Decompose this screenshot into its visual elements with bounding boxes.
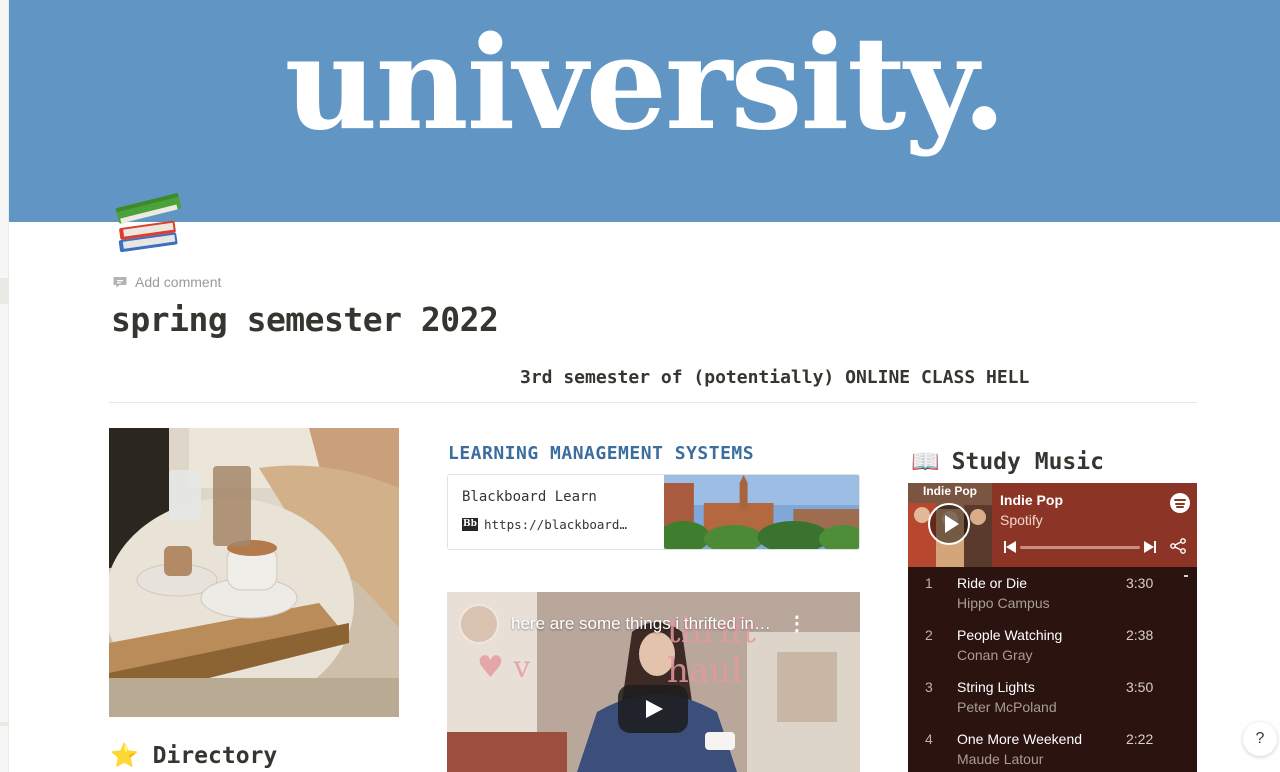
track-artist: Hippo Campus [957,595,1050,611]
cafe-photo [109,428,399,717]
comment-icon [113,277,127,288]
next-track-icon[interactable] [1144,541,1156,553]
spotify-header: Indie Pop Indie Pop Spotify [908,483,1197,567]
bookmark-title: Blackboard Learn [462,489,597,505]
track-row[interactable]: 3 String Lights Peter McPoland 3:50 [908,671,1197,723]
spotify-embed[interactable]: Indie Pop Indie Pop Spotify 1 Ride or Di… [908,483,1197,772]
study-music-title: Study Music [951,448,1104,475]
playlist-cover: Indie Pop [908,483,992,567]
track-number: 1 [925,575,933,591]
track-row[interactable]: 1 Ride or Die Hippo Campus 3:30 [908,567,1197,619]
star-icon: ⭐ [110,743,139,769]
share-icon[interactable] [1170,538,1186,554]
track-name: String Lights [957,679,1035,695]
playlist-source: Spotify [1000,512,1043,528]
cover-label: Indie Pop [923,484,977,498]
track-number: 3 [925,679,933,695]
sidebar-mark [0,722,9,726]
page-title[interactable]: spring semester 2022 [111,300,499,339]
track-artist: Peter McPoland [957,699,1057,715]
add-comment-label: Add comment [135,274,222,290]
track-artist: Conan Gray [957,647,1033,663]
directory-title: Directory [152,742,278,769]
blackboard-bookmark[interactable]: Blackboard Learn Bb https://blackboard… [447,474,860,550]
track-artist: Maude Latour [957,751,1044,767]
svg-text:♥ v: ♥ v [477,650,530,685]
youtube-play-button[interactable] [618,685,688,733]
track-duration: 2:38 [1126,627,1154,643]
video-title[interactable]: here are some things i thrifted in… [511,614,771,634]
youtube-embed[interactable]: thrift haul ♥ v here are some things i t… [447,592,860,772]
track-row[interactable]: 2 People Watching Conan Gray 2:38 [908,619,1197,671]
divider [109,402,1197,403]
track-name: Ride or Die [957,575,1028,591]
open-book-icon: 📖 [911,449,940,475]
cover-title: university. [284,9,1006,159]
track-list: 1 Ride or Die Hippo Campus 3:30 2 People… [908,567,1197,772]
books-icon[interactable] [112,184,188,260]
more-options-icon[interactable]: ⋮ [787,614,807,634]
add-comment-button[interactable]: Add comment [113,274,221,290]
sidebar-edge [0,0,9,772]
progress-bar[interactable] [1020,546,1140,549]
track-duration: 3:50 [1126,679,1154,695]
track-duration: 3:30 [1126,575,1154,591]
track-number: 2 [925,627,933,643]
track-duration: 2:22 [1126,731,1154,747]
page-subtitle[interactable]: 3rd semester of (potentially) ONLINE CLA… [520,367,1029,388]
spotify-play-button[interactable] [928,503,970,545]
lms-heading[interactable]: LEARNING MANAGEMENT SYSTEMS [448,443,754,464]
blackboard-favicon-icon: Bb [462,518,478,531]
track-name: One More Weekend [957,731,1083,747]
study-music-heading[interactable]: 📖 Study Music [911,448,1104,476]
sidebar-handle[interactable] [0,278,9,304]
spotify-logo-icon[interactable] [1170,493,1190,513]
previous-track-icon[interactable] [1004,541,1016,553]
cover-banner: university. [9,0,1280,222]
playlist-name[interactable]: Indie Pop [1000,492,1063,508]
bookmark-url: https://blackboard… [484,517,627,532]
directory-heading[interactable]: ⭐ Directory [110,742,278,770]
campus-thumbnail [663,475,859,549]
track-number: 4 [925,731,933,747]
help-button[interactable]: ? [1243,722,1277,756]
track-row[interactable]: 4 One More Weekend Maude Latour 2:22 [908,723,1197,772]
channel-avatar[interactable] [459,604,499,644]
track-name: People Watching [957,627,1063,643]
